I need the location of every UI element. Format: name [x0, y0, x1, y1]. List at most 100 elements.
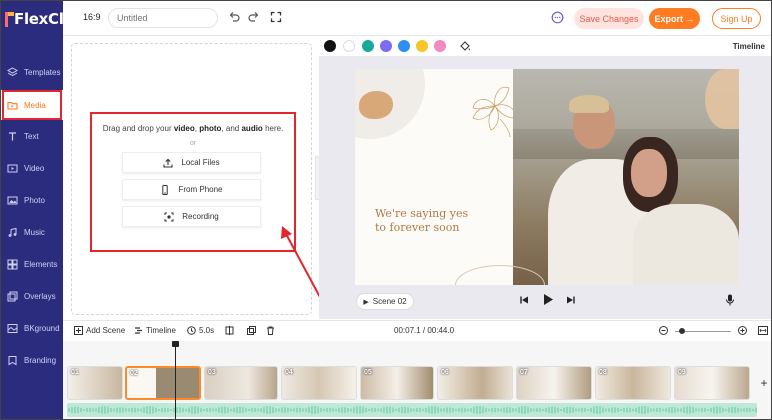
scene-clip[interactable]: 08	[595, 366, 671, 400]
top-toolbar: 16:9 Save Changes Export → Sign Up	[63, 1, 771, 36]
redo-icon[interactable]	[247, 10, 261, 24]
media-panel: Drag and drop your video, photo, and aud…	[63, 37, 319, 320]
delete-icon[interactable]	[266, 326, 275, 335]
color-swatch[interactable]	[398, 40, 410, 52]
color-swatch[interactable]	[343, 40, 355, 52]
undo-icon[interactable]	[227, 10, 241, 24]
clip-number: 07	[520, 369, 528, 376]
sidebar-item-label: Text	[24, 131, 39, 141]
woman-top	[633, 204, 739, 285]
clip-number: 05	[364, 369, 372, 376]
decor-corner-blob	[705, 69, 739, 129]
duration-value: 5.0s	[199, 326, 215, 335]
timeline-icon	[134, 326, 143, 335]
scene-clip[interactable]: 01	[67, 366, 123, 400]
add-square-icon	[74, 326, 83, 335]
timeline-label: Timeline	[146, 326, 176, 335]
scene-clip[interactable]: 03	[204, 366, 278, 400]
sidebar: FlexClip Templates Media Text Video Phot…	[1, 1, 79, 419]
duration-button[interactable]: 5.0s	[187, 326, 214, 335]
split-icon[interactable]	[225, 326, 234, 335]
text-icon	[7, 131, 18, 142]
sidebar-item-music[interactable]: Music	[1, 217, 63, 247]
clip-number: 06	[441, 369, 449, 376]
microphone-icon[interactable]	[725, 294, 735, 309]
slide-caption-line2: to forever soon	[375, 221, 460, 234]
photo-icon	[7, 195, 18, 206]
audio-waveform	[68, 406, 757, 414]
scene-clip[interactable]: 04	[281, 366, 357, 400]
play-icon[interactable]	[542, 293, 554, 309]
playhead[interactable]	[175, 344, 176, 419]
scene-clip[interactable]: 07	[516, 366, 592, 400]
overlays-icon	[7, 291, 18, 302]
scene-clip[interactable]: 09	[674, 366, 750, 400]
sidebar-item-video[interactable]: Video	[1, 153, 63, 183]
duplicate-icon[interactable]	[247, 326, 256, 335]
sidebar-item-photo[interactable]: Photo	[1, 185, 63, 215]
decor-blob	[359, 91, 393, 119]
scene-clip[interactable]: 06	[437, 366, 513, 400]
clock-icon	[187, 326, 196, 335]
save-changes-button[interactable]: Save Changes	[574, 8, 644, 29]
project-title-input[interactable]	[108, 8, 218, 28]
sidebar-item-label: Branding	[24, 355, 57, 365]
zoom-in-icon[interactable]	[738, 326, 747, 335]
layers-icon	[7, 66, 18, 78]
add-scene-label: Add Scene	[86, 326, 126, 335]
previous-icon[interactable]	[519, 295, 529, 308]
timeline-track: 01 02 03 04 05 06 07 08 09 +	[63, 341, 771, 419]
sidebar-item-text[interactable]: Text	[1, 121, 63, 151]
sign-up-button[interactable]: Sign Up	[712, 8, 761, 29]
time-readout: 00:07.1 / 00:44.0	[394, 326, 455, 335]
clip-strip: 01 02 03 04 05 06 07 08 09	[67, 366, 757, 400]
color-swatch[interactable]	[380, 40, 392, 52]
add-scene-button[interactable]: Add Scene	[74, 326, 125, 335]
logo-mark-icon	[5, 11, 14, 27]
zoom-out-icon[interactable]	[659, 326, 668, 335]
sidebar-item-elements[interactable]: Elements	[1, 249, 63, 279]
woman-face	[631, 149, 667, 197]
clip-number: 03	[208, 369, 216, 376]
color-swatch[interactable]	[362, 40, 374, 52]
sidebar-item-overlays[interactable]: Overlays	[1, 281, 63, 311]
sidebar-item-bkground[interactable]: BKground	[1, 313, 63, 343]
sidebar-item-label: Video	[24, 163, 45, 173]
sidebar-item-label: Overlays	[24, 291, 56, 301]
aspect-ratio-selector[interactable]: 16:9	[83, 12, 101, 22]
timeline-toggle[interactable]: Timeline	[733, 42, 765, 51]
background-icon	[7, 323, 18, 334]
scene-preview[interactable]: We're saying yes to forever soon	[355, 69, 739, 285]
sidebar-item-label: Music	[24, 227, 45, 237]
clip-number: 08	[599, 369, 607, 376]
zoom-slider-handle[interactable]	[679, 328, 685, 334]
sidebar-item-branding[interactable]: Branding	[1, 345, 63, 375]
timeline-button[interactable]: Timeline	[134, 326, 176, 335]
scene-clip[interactable]: 05	[360, 366, 434, 400]
clip-number: 04	[285, 369, 293, 376]
clip-number: 09	[678, 369, 686, 376]
add-clip-button[interactable]: +	[755, 374, 771, 392]
couple-photo[interactable]	[513, 69, 739, 285]
paint-bucket-icon[interactable]	[459, 40, 471, 55]
slide-caption[interactable]: We're saying yes to forever soon	[375, 207, 468, 235]
color-swatch[interactable]	[416, 40, 428, 52]
sidebar-item-templates[interactable]: Templates	[1, 57, 63, 87]
music-icon	[7, 227, 18, 238]
export-button[interactable]: Export →	[649, 8, 700, 29]
fit-timeline-icon[interactable]	[758, 326, 768, 335]
app-window: FlexClip Templates Media Text Video Phot…	[0, 0, 772, 420]
branding-icon	[7, 355, 18, 366]
next-icon[interactable]	[566, 295, 576, 308]
scene-clip[interactable]: 02	[125, 366, 201, 400]
scene-selector[interactable]: ▶ Scene 02	[356, 293, 414, 310]
color-swatch[interactable]	[434, 40, 446, 52]
clip-number: 02	[130, 370, 138, 377]
sidebar-item-label: BKground	[24, 323, 60, 333]
fullscreen-icon[interactable]	[269, 10, 283, 24]
sidebar-item-label: Templates	[24, 67, 61, 77]
audio-track[interactable]	[67, 403, 757, 417]
color-swatch[interactable]	[324, 40, 336, 52]
chat-icon[interactable]	[551, 11, 564, 24]
man-hair	[569, 95, 609, 113]
